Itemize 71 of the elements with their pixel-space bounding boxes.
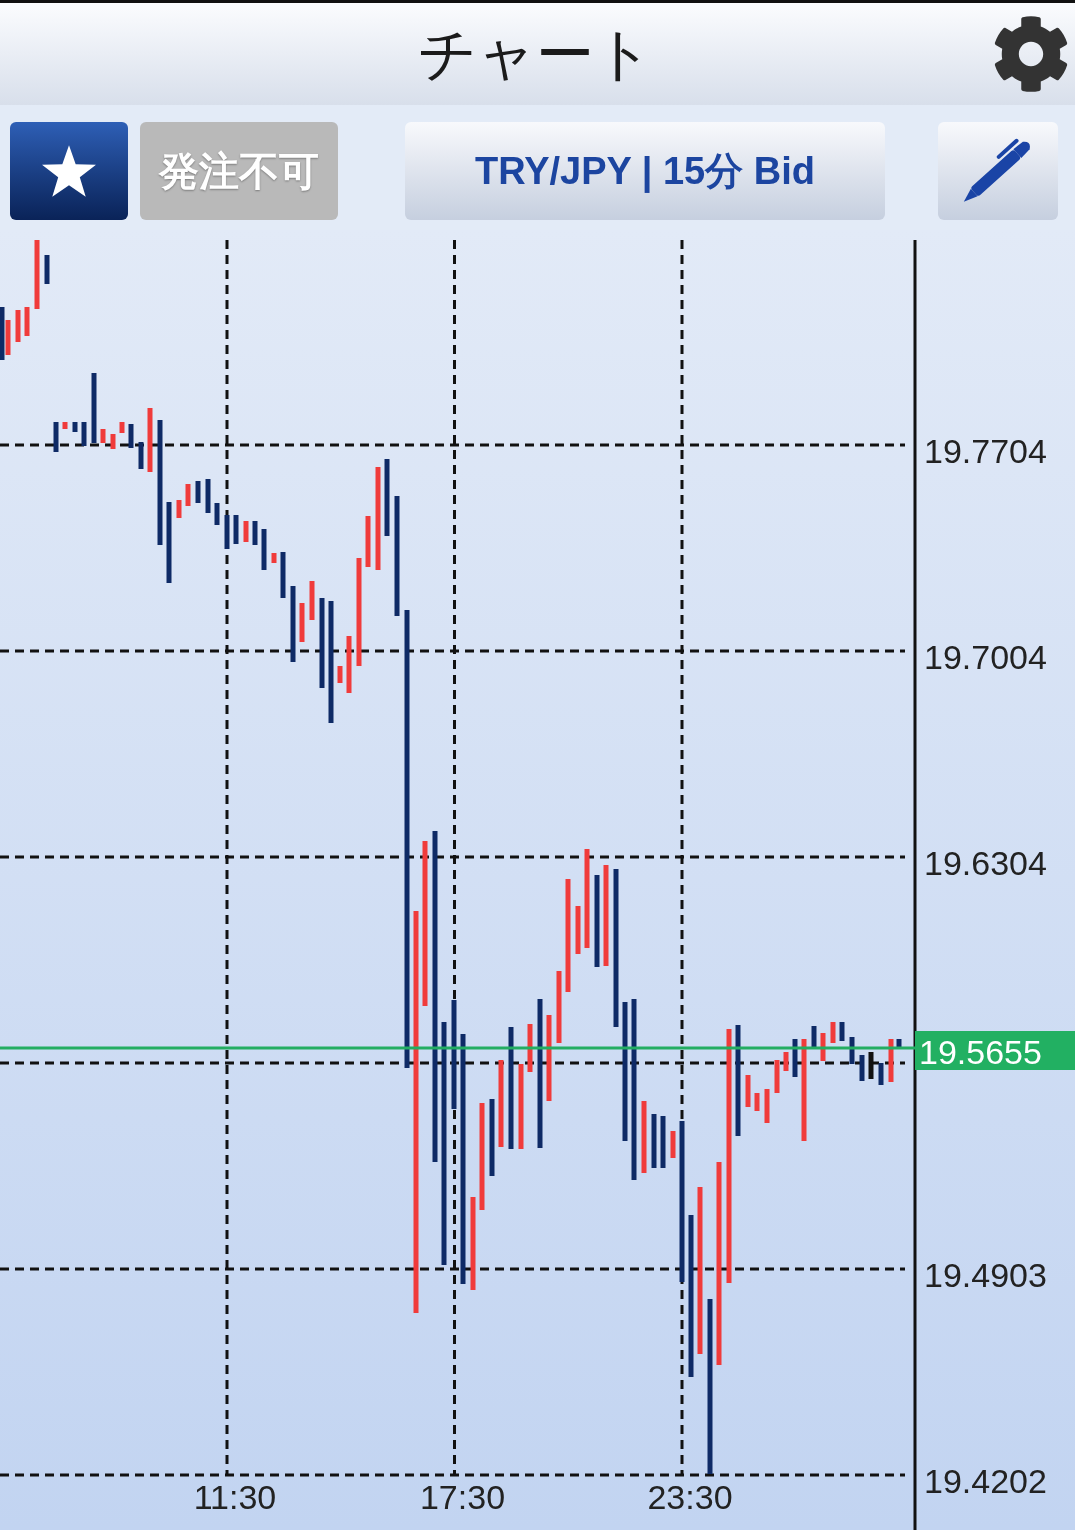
price-axis-label: 19.7004 [924,638,1047,676]
up-bar [575,906,581,954]
down-bar [205,479,211,513]
page-title: チャート [417,25,653,83]
down-bar [849,1037,855,1064]
up-bar [365,516,371,567]
down-bar [859,1055,865,1081]
down-bar [0,307,5,360]
down-bar [44,255,50,284]
down-bar [811,1026,817,1047]
down-bar [138,442,144,469]
up-bar [147,408,153,472]
down-bar [214,503,220,525]
up-bar [62,422,68,429]
up-bar [745,1075,751,1107]
down-bar [896,1039,902,1048]
price-axis-label: 19.6304 [924,844,1047,882]
up-bar [34,240,40,309]
down-bar [81,422,87,446]
up-bar [110,434,116,449]
price-axis-label: 19.7704 [924,432,1047,470]
up-bar [527,1024,533,1072]
up-bar [556,971,562,1043]
down-bar [128,424,134,448]
down-bar [651,1114,657,1168]
up-bar [346,636,352,693]
up-bar [337,666,343,683]
up-bar [271,553,277,563]
up-bar [309,581,315,620]
price-axis-label: 19.4202 [924,1462,1047,1500]
down-bar [252,521,258,545]
up-bar [24,307,30,336]
down-bar [839,1022,845,1041]
up-bar [774,1060,780,1093]
edit-button[interactable] [938,122,1058,220]
time-axis-label: 17:30 [419,1478,506,1516]
up-bar [185,484,191,506]
down-bar [261,529,267,570]
down-bar [224,515,230,549]
down-bar [280,552,286,598]
down-bar [91,373,97,443]
time-axis-label: 11:30 [193,1478,277,1516]
up-bar [888,1039,894,1082]
up-bar [764,1089,770,1123]
up-bar [670,1131,676,1158]
down-bar [878,1063,884,1085]
up-bar [5,320,11,355]
up-bar [15,310,21,342]
settings-icon[interactable] [992,15,1070,93]
up-bar [119,422,125,433]
up-bar [176,500,182,518]
up-bar [754,1093,760,1111]
price-axis-label: 19.4903 [924,1256,1047,1294]
time-axis-label: 23:30 [647,1478,733,1516]
up-bar [100,429,106,443]
favorite-button[interactable] [10,122,128,220]
up-bar [243,521,249,542]
up-bar [299,603,305,642]
up-bar [783,1052,789,1071]
down-bar [53,422,59,452]
down-bar [660,1116,666,1168]
down-bar [72,422,78,432]
up-bar [820,1033,826,1061]
down-bar [233,515,239,544]
up-bar [830,1022,836,1043]
current-price-tag: 19.5655 [915,1031,1075,1071]
down-bar [792,1039,798,1077]
down-bar [195,481,201,503]
symbol-button[interactable]: TRY/JPY | 15分 Bid [405,122,885,220]
star-icon [42,145,96,197]
up-bar [641,1101,647,1173]
